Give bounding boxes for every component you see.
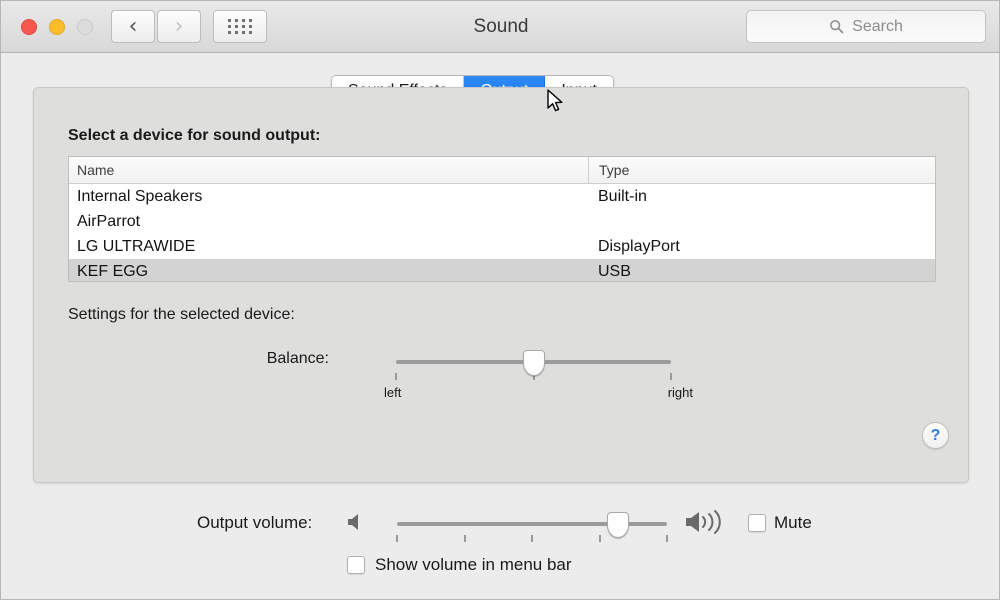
table-row[interactable]: LG ULTRAWIDE DisplayPort	[69, 234, 935, 259]
device-type: USB	[598, 262, 631, 280]
output-volume-label: Output volume:	[197, 513, 313, 532]
balance-min-label: left	[384, 385, 402, 400]
volume-tick	[666, 535, 668, 542]
show-volume-label: Show volume in menu bar	[375, 555, 572, 574]
table-row[interactable]: AirParrot	[69, 209, 935, 234]
search-icon	[830, 20, 844, 34]
balance-tick	[670, 373, 672, 380]
volume-tick	[396, 535, 398, 542]
mute-label: Mute	[774, 513, 812, 532]
output-device-table[interactable]: Name Type Internal Speakers Built-in Air…	[68, 156, 936, 282]
device-type: DisplayPort	[598, 237, 680, 255]
mute-checkbox[interactable]	[748, 514, 766, 532]
table-row[interactable]: Internal Speakers Built-in	[69, 184, 935, 209]
question-mark-icon: ?	[930, 426, 941, 444]
device-name: KEF EGG	[77, 262, 149, 280]
search-input[interactable]: Search	[746, 10, 986, 43]
arrow-cursor	[547, 89, 563, 112]
device-type: Built-in	[598, 187, 647, 205]
device-list-heading: Select a device for sound output:	[68, 127, 321, 144]
show-volume-checkbox[interactable]	[347, 556, 365, 574]
volume-tick	[531, 535, 533, 542]
show-volume-control[interactable]: Show volume in menu bar	[347, 555, 572, 575]
search-placeholder: Search	[852, 17, 903, 35]
table-row-selected[interactable]: KEF EGG USB	[69, 259, 935, 281]
speaker-loud-icon	[686, 510, 721, 534]
volume-tick	[598, 535, 601, 542]
window-titlebar: ‹ › Sound Search	[1, 1, 999, 53]
column-header-type[interactable]: Type	[588, 157, 935, 183]
mute-control[interactable]: Mute	[748, 513, 812, 533]
volume-slider-thumb[interactable]	[607, 512, 630, 538]
sound-preferences-window: ‹ › Sound Search Sound Effects Output I	[0, 0, 1000, 600]
balance-label: Balance:	[266, 350, 329, 367]
output-volume-slider[interactable]	[396, 512, 668, 542]
settings-heading: Settings for the selected device:	[68, 306, 295, 323]
balance-slider-thumb[interactable]	[522, 350, 545, 376]
help-button[interactable]: ?	[922, 422, 949, 449]
device-name: LG ULTRAWIDE	[77, 237, 196, 255]
device-name: AirParrot	[77, 212, 141, 230]
device-name: Internal Speakers	[77, 187, 203, 205]
balance-slider[interactable]: left right	[384, 350, 693, 400]
volume-tick	[463, 535, 466, 542]
balance-max-label: right	[667, 385, 693, 400]
column-header-name[interactable]: Name	[69, 157, 588, 183]
balance-tick	[395, 373, 397, 380]
table-header-row: Name Type	[69, 157, 935, 184]
window-title-text: Sound	[473, 16, 529, 37]
output-settings-panel: Select a device for sound output: Name T…	[33, 87, 969, 483]
speaker-mute-icon	[348, 514, 358, 530]
